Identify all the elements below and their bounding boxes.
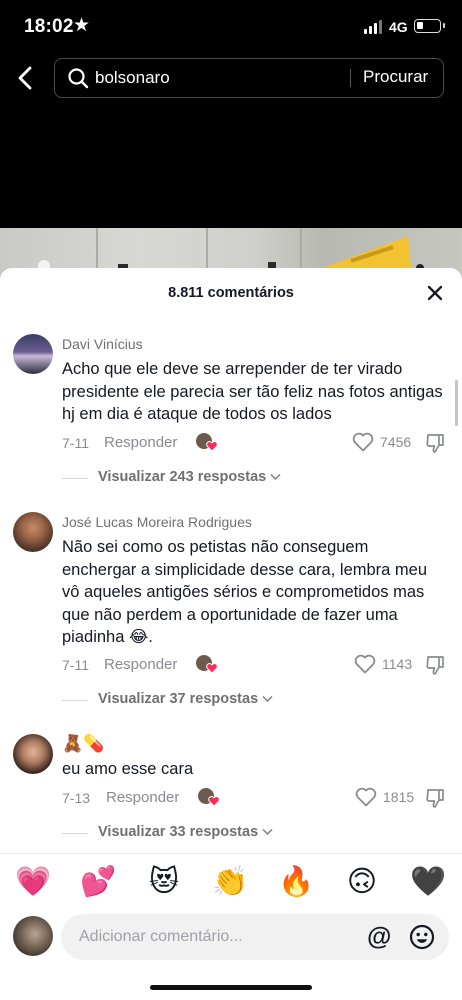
comment-input[interactable] <box>79 926 339 948</box>
close-icon <box>427 285 443 301</box>
search-divider <box>350 69 351 87</box>
chevron-down-icon <box>270 474 281 481</box>
chevron-left-icon <box>18 66 32 90</box>
current-user-avatar <box>13 916 53 956</box>
dislike-button[interactable] <box>424 787 446 809</box>
view-replies-link[interactable]: Visualizar 33 respostas <box>98 824 273 840</box>
star-icon: ★ <box>73 15 91 36</box>
heart-icon <box>206 441 218 452</box>
mention-button[interactable]: @ <box>367 923 391 951</box>
replies-divider <box>62 700 88 701</box>
thumbs-down-icon <box>426 434 444 453</box>
reply-button[interactable]: Responder <box>104 656 177 673</box>
thumbs-down-icon <box>426 656 444 675</box>
comment-username[interactable]: 🧸💊 <box>62 734 104 754</box>
comments-count-title: 8.811 comentários <box>168 285 294 301</box>
comment-text: Acho que ele deve se arrepender de ter v… <box>62 360 443 423</box>
emoji-bar-divider <box>0 853 462 854</box>
heart-icon <box>208 796 220 807</box>
like-count: 1815 <box>383 789 415 805</box>
creator-liked-badge <box>196 655 218 675</box>
emoji-two-hearts-button[interactable]: 💕 <box>80 864 116 900</box>
signal-icon <box>364 20 382 34</box>
heart-outline-icon <box>352 432 374 452</box>
like-count: 7456 <box>380 434 412 450</box>
emoji-black-heart-button[interactable]: 🖤 <box>410 864 446 900</box>
chevron-down-icon <box>262 829 273 836</box>
comment-date: 7-11 <box>62 657 89 673</box>
view-replies-link[interactable]: Visualizar 243 respostas <box>98 469 281 485</box>
search-input[interactable] <box>95 67 335 89</box>
chevron-down-icon <box>262 696 273 703</box>
comment-text: eu amo esse cara <box>62 760 194 778</box>
replies-divider <box>62 478 88 479</box>
heart-outline-icon <box>355 787 377 807</box>
reply-button[interactable]: Responder <box>104 434 177 451</box>
emoji-quick-bar: 💗 💕 😻 👏 🔥 🙃 🖤 <box>0 864 462 900</box>
close-button[interactable] <box>424 282 446 304</box>
creator-liked-badge <box>198 788 220 808</box>
emoji-fire-button[interactable]: 🔥 <box>278 864 314 900</box>
view-replies-link[interactable]: Visualizar 37 respostas <box>98 691 273 707</box>
comment-composer: @ <box>61 914 449 960</box>
emoji-heart-eyes-cat-button[interactable]: 😻 <box>146 864 182 900</box>
comment-username[interactable]: José Lucas Moreira Rodrigues <box>62 514 252 530</box>
like-count: 1143 <box>382 656 413 672</box>
avatar[interactable] <box>13 334 53 374</box>
like-button[interactable]: 1143 <box>354 654 412 674</box>
status-time: 18:02 <box>24 16 74 37</box>
comments-sheet: 8.811 comentários Davi Vinícius Acho que… <box>0 268 462 1000</box>
search-icon <box>68 68 89 89</box>
comment-username[interactable]: Davi Vinícius <box>62 336 143 352</box>
back-button[interactable] <box>14 64 38 92</box>
view-replies-label: Visualizar 33 respostas <box>98 824 259 840</box>
comment-text: Não sei como os petistas não conseguem e… <box>62 538 428 646</box>
comment-date: 7-11 <box>62 435 89 451</box>
status-bar: 18:02 ★ 4G <box>0 0 462 52</box>
like-button[interactable]: 1815 <box>355 787 414 807</box>
avatar[interactable] <box>13 512 53 552</box>
heart-outline-icon <box>354 654 376 674</box>
view-replies-label: Visualizar 37 respostas <box>98 691 259 707</box>
emoji-upside-down-button[interactable]: 🙃 <box>344 864 380 900</box>
creator-liked-badge <box>196 433 218 453</box>
emoji-picker-icon[interactable] <box>409 924 435 950</box>
emoji-clapping-button[interactable]: 👏 <box>212 864 248 900</box>
replies-divider <box>62 833 88 834</box>
dislike-button[interactable] <box>424 432 446 454</box>
scrollbar[interactable] <box>455 380 458 426</box>
thumbs-down-icon <box>426 789 444 808</box>
heart-icon <box>206 663 218 674</box>
battery-icon <box>414 19 445 33</box>
emoji-pink-heart-button[interactable]: 💗 <box>15 864 51 900</box>
search-bar: Procurar <box>54 58 444 98</box>
reply-button[interactable]: Responder <box>106 789 179 806</box>
like-button[interactable]: 7456 <box>352 432 411 452</box>
network-type: 4G <box>389 19 408 35</box>
dislike-button[interactable] <box>424 654 446 676</box>
view-replies-label: Visualizar 243 respostas <box>98 469 267 485</box>
search-submit-button[interactable]: Procurar <box>363 67 428 87</box>
comment-date: 7-13 <box>62 790 91 806</box>
avatar[interactable] <box>13 734 53 774</box>
home-indicator[interactable] <box>150 985 312 990</box>
